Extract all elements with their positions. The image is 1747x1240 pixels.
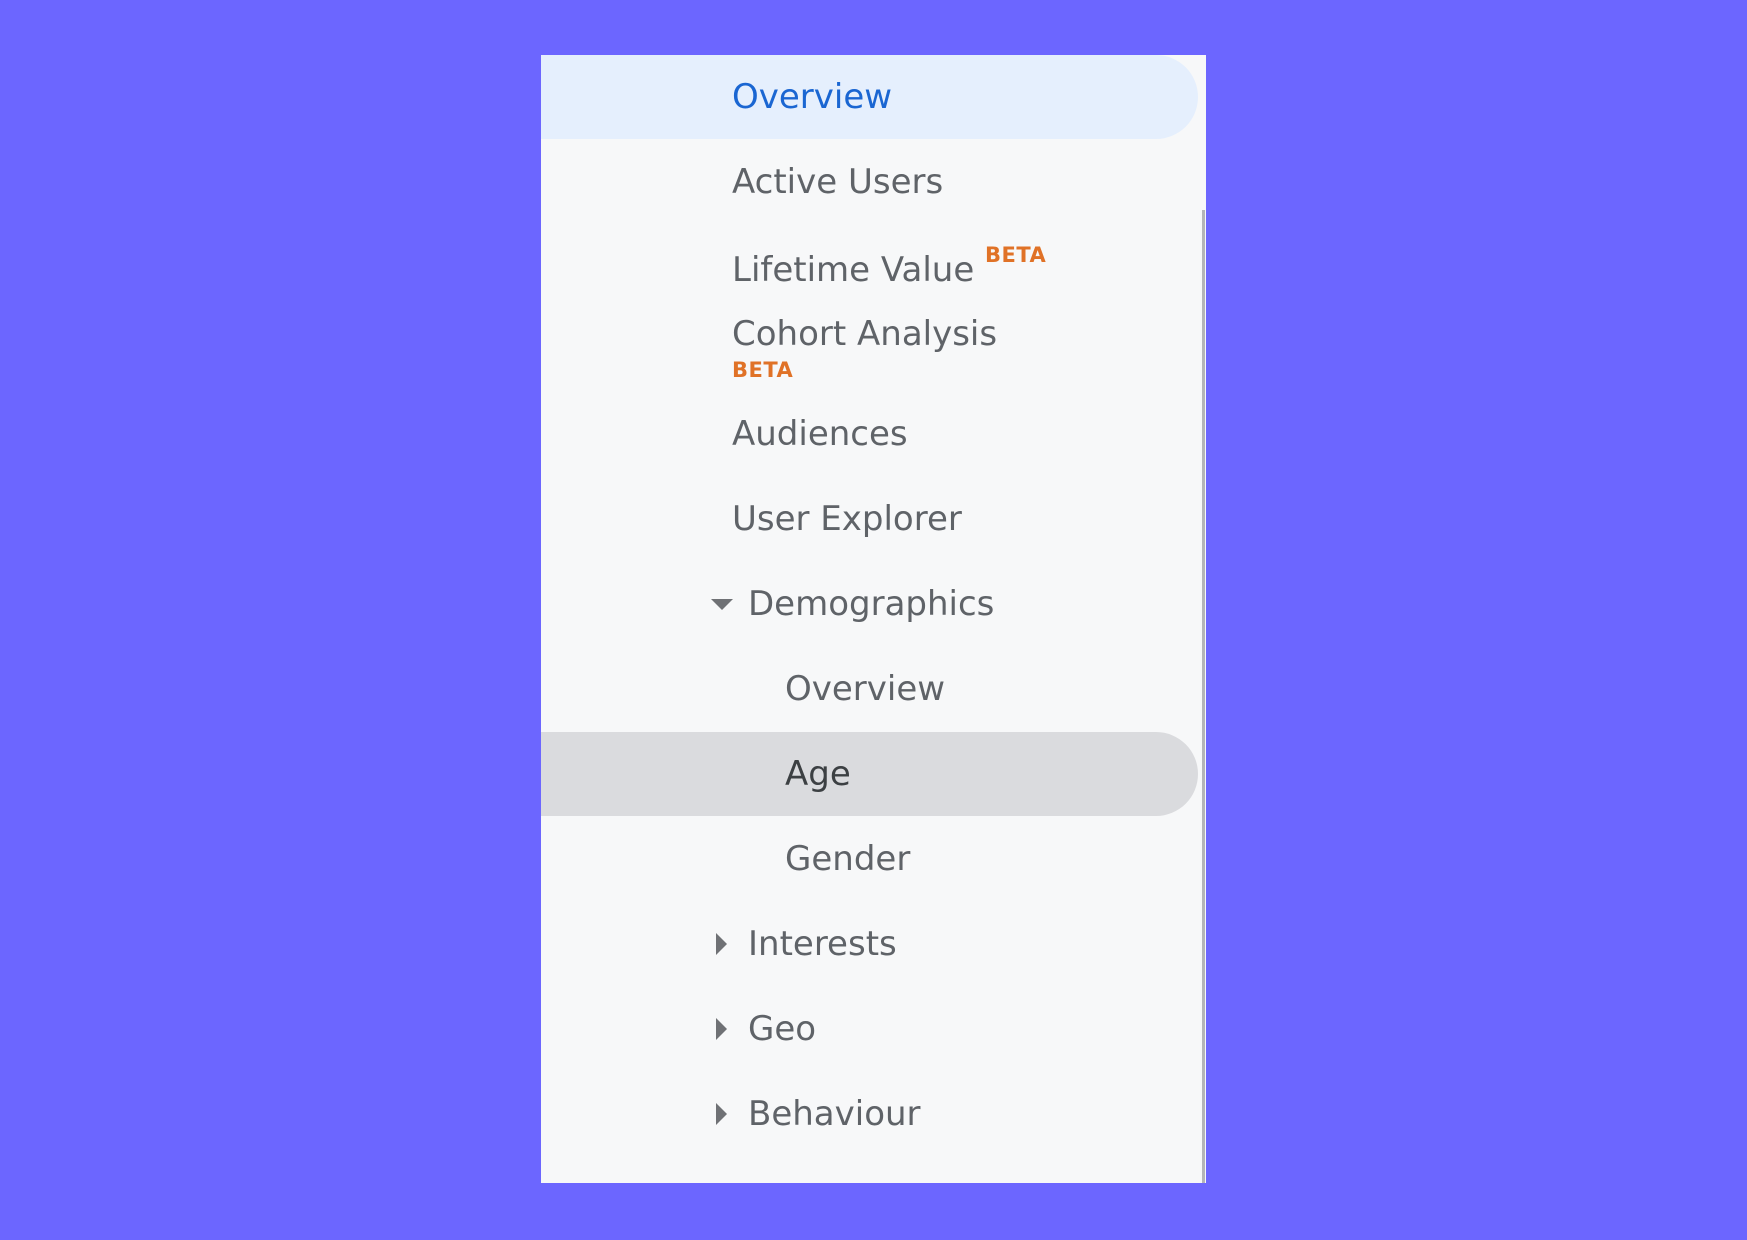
nav-item-label: Active Users	[732, 162, 944, 202]
nav-item-label: Cohort Analysis	[732, 314, 998, 354]
nav-item-interests[interactable]: Interests	[541, 902, 1198, 986]
nav-item-overview[interactable]: Overview	[541, 55, 1198, 139]
nav-item-label: Overview	[732, 77, 893, 117]
nav-item-label: Audiences	[732, 414, 908, 454]
caret-right-icon[interactable]	[716, 933, 727, 955]
sidebar-nav: Overview Active Users Lifetime Value BET…	[541, 55, 1206, 1183]
beta-badge: BETA	[985, 243, 1047, 267]
nav-item-label: Age	[785, 754, 851, 794]
scrollbar[interactable]	[1202, 210, 1205, 1183]
nav-item-demographics[interactable]: Demographics	[541, 562, 1198, 646]
nav-subitem-age[interactable]: Age	[541, 732, 1198, 816]
nav-item-label: Overview	[785, 669, 946, 709]
nav-item-label: User Explorer	[732, 499, 962, 539]
nav-item-lifetime-value[interactable]: Lifetime Value BETA	[541, 225, 1198, 309]
nav-item-label: Behaviour	[748, 1094, 921, 1134]
nav-item-cohort-analysis[interactable]: Cohort Analysis BETA	[541, 310, 1198, 394]
nav-item-audiences[interactable]: Audiences	[541, 392, 1198, 476]
nav-item-active-users[interactable]: Active Users	[541, 140, 1198, 224]
nav-subitem-gender[interactable]: Gender	[541, 817, 1198, 901]
nav-item-user-explorer[interactable]: User Explorer	[541, 477, 1198, 561]
caret-down-icon[interactable]	[711, 598, 733, 610]
nav-item-label: Interests	[748, 924, 897, 964]
nav-item-label: Gender	[785, 839, 911, 879]
nav-item-geo[interactable]: Geo	[541, 987, 1198, 1071]
nav-item-label: Geo	[748, 1009, 817, 1049]
caret-right-icon[interactable]	[716, 1103, 727, 1125]
nav-item-label: Demographics	[748, 584, 995, 624]
nav-item-label: Lifetime Value	[732, 250, 975, 290]
nav-subitem-demographics-overview[interactable]: Overview	[541, 647, 1198, 731]
beta-badge: BETA	[732, 358, 794, 382]
caret-right-icon[interactable]	[716, 1018, 727, 1040]
nav-item-behaviour[interactable]: Behaviour	[541, 1072, 1198, 1156]
